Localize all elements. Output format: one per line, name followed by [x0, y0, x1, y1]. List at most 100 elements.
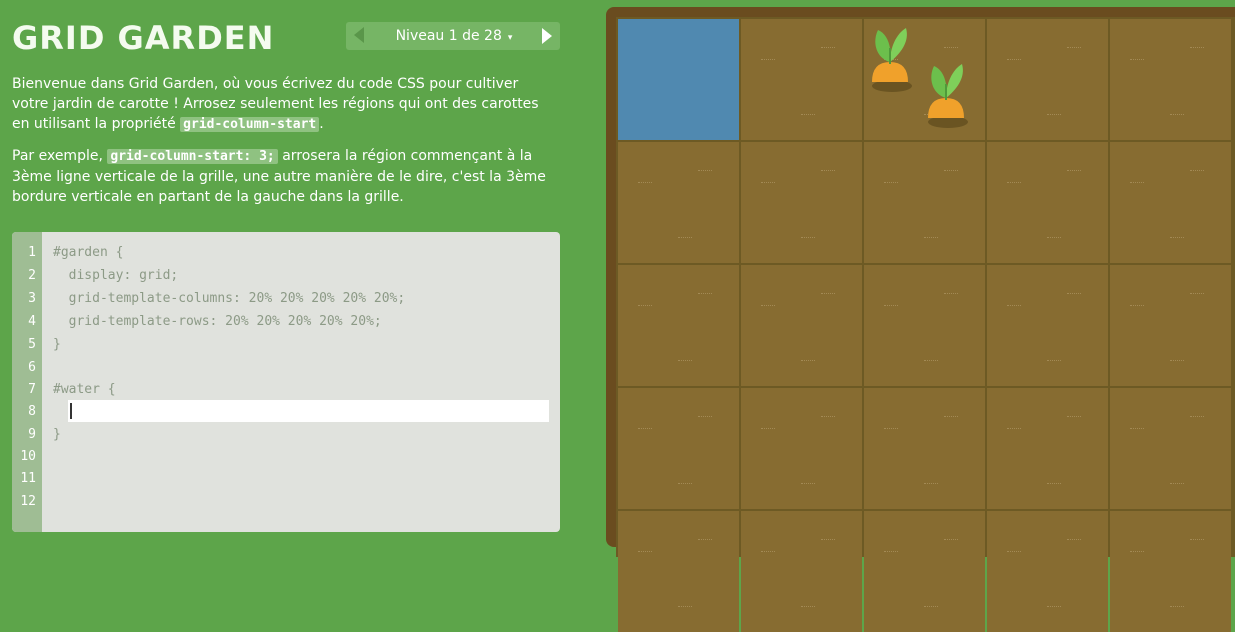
level-navigation: Niveau 1 de 28 ▾: [346, 22, 560, 50]
garden-cell: [864, 265, 985, 386]
garden-cell: [741, 142, 862, 263]
soil-texture: [761, 551, 775, 555]
soil-texture: [678, 237, 692, 241]
garden-cell: [1110, 142, 1231, 263]
soil-texture: [1130, 428, 1144, 432]
soil-texture: [821, 293, 835, 297]
dropdown-caret-icon: ▾: [507, 33, 513, 43]
soil-texture: [1170, 606, 1184, 610]
soil-texture: [1170, 360, 1184, 364]
soil-texture: [1130, 59, 1144, 63]
soil-texture: [1130, 182, 1144, 186]
previous-level-arrow-icon[interactable]: [354, 27, 364, 43]
line-number: 7: [28, 382, 36, 397]
soil-texture: [638, 551, 652, 555]
line-number: 1: [28, 245, 36, 260]
soil-texture: [638, 182, 652, 186]
code-line: }: [53, 427, 61, 442]
garden-cell: [741, 388, 862, 509]
soil-texture: [1067, 170, 1081, 174]
soil-texture: [761, 59, 775, 63]
soil-texture: [698, 416, 712, 420]
soil-texture: [1170, 237, 1184, 241]
garden-cell: [864, 142, 985, 263]
soil-texture: [638, 305, 652, 309]
soil-texture: [944, 170, 958, 174]
soil-texture: [801, 114, 815, 118]
line-number-gutter: 1 2 3 4 5 6 7 8 9 10 11 12: [12, 232, 42, 532]
soil-texture: [1047, 483, 1061, 487]
garden-cell: [987, 265, 1108, 386]
line-number: 9: [28, 427, 36, 442]
garden-cell: [864, 511, 985, 632]
game-title: GRID GARDEN: [12, 19, 275, 57]
soil-texture: [638, 428, 652, 432]
instructions-period: .: [319, 116, 324, 132]
garden-cell: [987, 388, 1108, 509]
line-number: 8: [28, 404, 36, 419]
code-line: grid-template-rows: 20% 20% 20% 20% 20%;: [53, 314, 382, 329]
soil-texture: [678, 360, 692, 364]
soil-texture: [944, 539, 958, 543]
garden-cell: [618, 265, 739, 386]
soil-texture: [761, 305, 775, 309]
line-number: 10: [20, 449, 36, 464]
soil-texture: [1067, 416, 1081, 420]
water-area: [618, 19, 739, 140]
property-code: grid-column-start: [180, 117, 320, 132]
text-cursor: [70, 403, 72, 419]
soil-texture: [1007, 59, 1021, 63]
soil-texture: [1007, 428, 1021, 432]
soil-texture: [1047, 360, 1061, 364]
code-line: #water {: [53, 382, 116, 397]
soil-texture: [884, 182, 898, 186]
garden-cell: [741, 265, 862, 386]
example-code: grid-column-start: 3;: [107, 149, 278, 164]
code-line: }: [53, 337, 61, 352]
soil-texture: [1067, 47, 1081, 51]
soil-texture: [884, 428, 898, 432]
carrot-icon: [872, 28, 912, 92]
instructions-paragraph-1: Bienvenue dans Grid Garden, où vous écri…: [12, 74, 552, 135]
soil-texture: [924, 483, 938, 487]
garden-cell: [741, 19, 862, 140]
garden-cell: [618, 511, 739, 632]
next-level-arrow-icon[interactable]: [542, 28, 552, 44]
soil-texture: [1190, 47, 1204, 51]
soil-texture: [678, 606, 692, 610]
soil-texture: [1130, 305, 1144, 309]
soil-texture: [761, 428, 775, 432]
soil-texture: [884, 305, 898, 309]
soil-texture: [1170, 483, 1184, 487]
line-number: 12: [20, 494, 36, 509]
line-number: 3: [28, 291, 36, 306]
soil-texture: [678, 483, 692, 487]
soil-texture: [821, 539, 835, 543]
level-selector[interactable]: Niveau 1 de 28 ▾: [394, 22, 514, 50]
soil-texture: [821, 47, 835, 51]
level-label: Niveau 1 de 28: [395, 28, 502, 44]
garden-cell: [987, 142, 1108, 263]
soil-texture: [1047, 114, 1061, 118]
example-prefix: Par exemple,: [12, 148, 108, 164]
line-number: 2: [28, 268, 36, 283]
line-number: 5: [28, 337, 36, 352]
garden-cell: [864, 388, 985, 509]
soil-texture: [1007, 182, 1021, 186]
code-line: grid-template-columns: 20% 20% 20% 20% 2…: [53, 291, 406, 306]
garden-cell: [1110, 511, 1231, 632]
soil-texture: [1190, 539, 1204, 543]
soil-texture: [1007, 551, 1021, 555]
code-line: #garden {: [53, 245, 124, 260]
soil-texture: [821, 170, 835, 174]
soil-texture: [1170, 114, 1184, 118]
code-line: display: grid;: [53, 268, 179, 283]
soil-texture: [761, 182, 775, 186]
soil-texture: [1190, 170, 1204, 174]
soil-texture: [1067, 539, 1081, 543]
soil-texture: [1130, 551, 1144, 555]
line-number: 4: [28, 314, 36, 329]
soil-texture: [1007, 305, 1021, 309]
css-answer-input[interactable]: [68, 400, 549, 422]
soil-texture: [944, 47, 958, 51]
